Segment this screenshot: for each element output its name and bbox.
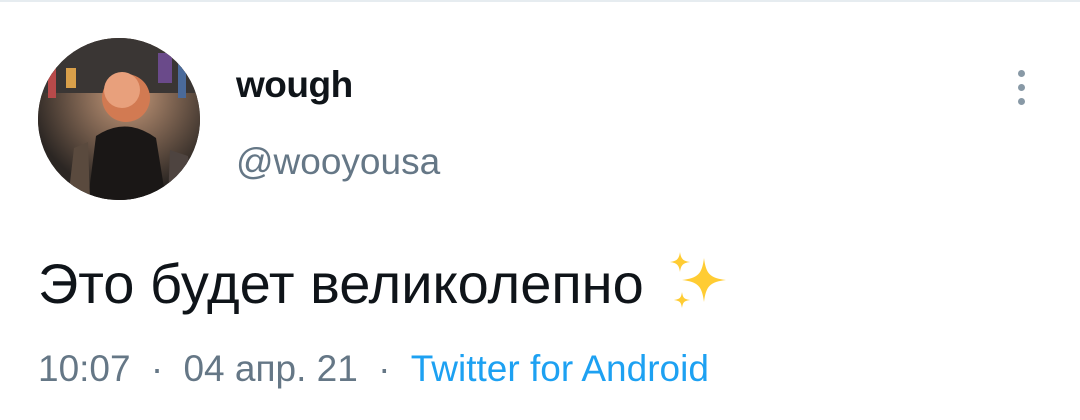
avatar[interactable] (38, 38, 200, 200)
top-divider (0, 0, 1080, 2)
meta-separator: · (150, 348, 164, 389)
tweet-date: 04 апр. 21 (183, 348, 358, 389)
tweet-meta: 10:07 · 04 апр. 21 · Twitter for Android (38, 348, 709, 390)
tweet-body: Это будет великолепно (38, 250, 732, 316)
display-name[interactable]: wough (236, 64, 353, 106)
meta-separator: · (378, 348, 391, 389)
more-options-button[interactable] (1004, 60, 1038, 114)
more-dot-icon (1017, 97, 1025, 105)
more-dot-icon (1017, 69, 1025, 77)
avatar-photo-icon (38, 38, 200, 200)
more-dot-icon (1017, 83, 1025, 91)
user-handle[interactable]: @wooyousa (236, 141, 440, 183)
tweet-source-link[interactable]: Twitter for Android (411, 348, 709, 389)
sparkles-icon (669, 252, 726, 308)
tweet-text: Это будет великолепно (38, 251, 644, 315)
tweet-time: 10:07 (38, 348, 131, 389)
